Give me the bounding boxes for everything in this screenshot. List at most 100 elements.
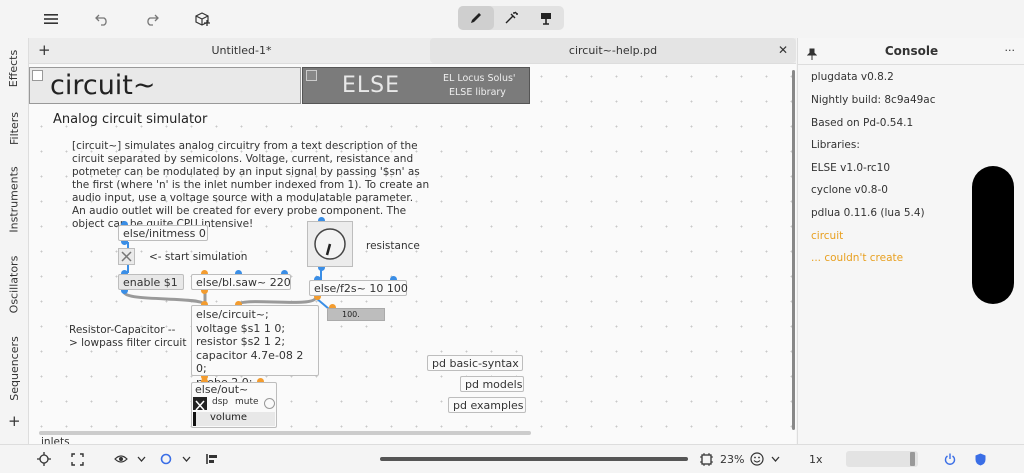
mute-indicator-icon[interactable] xyxy=(264,398,275,409)
out-object[interactable]: else/out~ dsp mute volume xyxy=(191,382,277,428)
pd-models[interactable]: pd models xyxy=(460,376,524,392)
undo-icon[interactable] xyxy=(92,9,112,29)
chevron-down-icon[interactable] xyxy=(182,452,191,466)
vertical-scrollbar[interactable] xyxy=(792,70,795,430)
page-title: circuit~ xyxy=(50,70,156,101)
tab-label: circuit~-help.pd xyxy=(568,44,658,57)
start-simulation-comment: <- start simulation xyxy=(149,251,248,263)
dsp-toggle[interactable] xyxy=(193,397,207,411)
circuit-line: resistor $s2 1 2; xyxy=(196,335,286,348)
fullscreen-icon[interactable] xyxy=(71,452,84,466)
tab-bar: + Untitled-1* circuit~-help.pd ✕ xyxy=(29,38,796,63)
new-tab-button[interactable]: + xyxy=(38,41,51,59)
console-line: ELSE v1.0-rc10 xyxy=(811,162,891,174)
toolbar xyxy=(0,0,1024,38)
sidebar-tab-oscillators[interactable]: Oscillators xyxy=(2,248,26,320)
mute-button[interactable]: mute xyxy=(235,397,259,407)
inlet xyxy=(314,276,321,280)
chevron-down-icon[interactable] xyxy=(137,452,146,466)
crosshair-icon[interactable] xyxy=(37,452,51,466)
inlet xyxy=(318,217,325,221)
inlet xyxy=(201,301,208,305)
tab-label: Untitled-1* xyxy=(211,44,272,57)
smiley-icon[interactable] xyxy=(750,452,764,466)
console-line: plugdata v0.8.2 xyxy=(811,71,894,83)
tab-circuit-help[interactable]: circuit~-help.pd ✕ xyxy=(430,38,796,63)
console-line: cyclone v0.8-0 xyxy=(811,184,888,196)
inlets-comment: inlets xyxy=(41,436,70,444)
align-icon[interactable] xyxy=(206,452,218,466)
run-mode-icon[interactable] xyxy=(493,6,529,30)
resistance-knob[interactable] xyxy=(307,221,353,267)
tab-untitled[interactable]: Untitled-1* xyxy=(59,38,424,63)
subtitle: Analog circuit simulator xyxy=(53,112,208,127)
sidebar-tab-instruments[interactable]: Instruments xyxy=(2,163,26,235)
description-comment: [circuit~] simulates analog circuitry fr… xyxy=(72,140,430,230)
resistance-comment: resistance xyxy=(366,240,420,252)
title-box: circuit~ xyxy=(29,67,301,104)
volume-meter-handle[interactable] xyxy=(910,452,915,466)
sidebar-tab-sequencers[interactable]: Sequencers xyxy=(2,333,26,403)
initmess-object[interactable]: else/initmess 0 xyxy=(118,225,208,241)
power-icon[interactable] xyxy=(944,452,956,466)
circuit-line: voltage $s1 1 0; xyxy=(196,321,286,335)
volume-slider[interactable]: volume xyxy=(193,412,275,426)
circuit-object[interactable]: else/circuit~; voltage $s1 1 0; resistor… xyxy=(191,305,319,389)
enable-message[interactable]: enable $1 xyxy=(118,274,184,290)
patch-canvas[interactable]: circuit~ ELSE EL Locus Solus' ELSE libra… xyxy=(29,63,796,444)
out-label: else/out~ xyxy=(195,383,249,396)
pd-basic-syntax[interactable]: pd basic-syntax xyxy=(427,355,523,371)
start-toggle[interactable] xyxy=(118,248,135,265)
console-line: pdlua 0.11.6 (lua 5.4) xyxy=(811,207,925,219)
edit-mode-icon[interactable] xyxy=(458,6,494,30)
pd-examples[interactable]: pd examples xyxy=(448,397,526,413)
console-line: Nightly build: 8c9a49ac xyxy=(811,94,936,106)
inlet xyxy=(121,221,128,225)
shield-icon[interactable] xyxy=(975,452,986,466)
speed-label[interactable]: 1x xyxy=(809,453,823,466)
rc-comment: Resistor-Capacitor -- > lowpass filter c… xyxy=(69,324,186,350)
cpu-icon xyxy=(700,452,713,466)
sidebar-tab-effects[interactable]: Effects xyxy=(2,44,26,92)
sidebar-tab-filters[interactable]: Filters xyxy=(2,106,26,150)
number-box[interactable]: 100. xyxy=(327,308,385,321)
inlet xyxy=(257,378,264,382)
menu-icon[interactable] xyxy=(41,9,61,29)
else-subtitle-1: EL Locus Solus' xyxy=(443,73,516,84)
zoom-level: 23% xyxy=(720,453,745,466)
mode-switcher xyxy=(458,6,564,30)
blsaw-object[interactable]: else/bl.saw~ 220 xyxy=(191,274,291,290)
else-subtitle-2: ELSE library xyxy=(449,87,506,98)
presentation-mode-icon[interactable] xyxy=(528,6,564,30)
console-line: circuit xyxy=(811,230,844,242)
horizontal-scrollbar[interactable] xyxy=(39,431,531,435)
canvas-scrollbar[interactable] xyxy=(380,457,688,461)
sidebar-add-button[interactable]: + xyxy=(8,412,21,430)
dsp-label: dsp xyxy=(212,397,229,407)
circuit-line: else/circuit~; xyxy=(196,308,269,321)
close-icon[interactable]: ✕ xyxy=(778,43,788,57)
console-more-icon[interactable]: ··· xyxy=(1005,44,1016,57)
inlet xyxy=(281,270,288,274)
checkbox[interactable] xyxy=(306,70,317,81)
console-title: Console xyxy=(884,44,939,58)
console-line: Libraries: xyxy=(811,139,860,151)
redacted-overlay xyxy=(972,166,1014,304)
chevron-down-icon[interactable] xyxy=(771,452,780,466)
redo-icon[interactable] xyxy=(142,9,162,29)
f2s-object[interactable]: else/f2s~ 10 100 xyxy=(309,280,408,296)
rc-comment-line: > lowpass filter circuit xyxy=(69,337,187,349)
eye-icon[interactable] xyxy=(114,452,128,466)
checkbox[interactable] xyxy=(32,70,43,81)
else-banner: ELSE EL Locus Solus' ELSE library xyxy=(302,67,530,104)
inlet xyxy=(201,270,208,274)
add-object-icon[interactable] xyxy=(193,9,213,29)
inlet xyxy=(235,270,242,274)
connection-style-icon[interactable] xyxy=(160,452,172,466)
status-bar: 23% 1x xyxy=(0,444,1024,473)
console-panel: Console ··· plugdata v0.8.2 Nightly buil… xyxy=(797,38,1024,444)
object-browser-sidebar: Effects Filters Instruments Oscillators … xyxy=(0,38,29,444)
volume-meter[interactable] xyxy=(846,451,918,467)
volume-label: volume xyxy=(210,412,248,423)
inlet xyxy=(235,301,242,305)
